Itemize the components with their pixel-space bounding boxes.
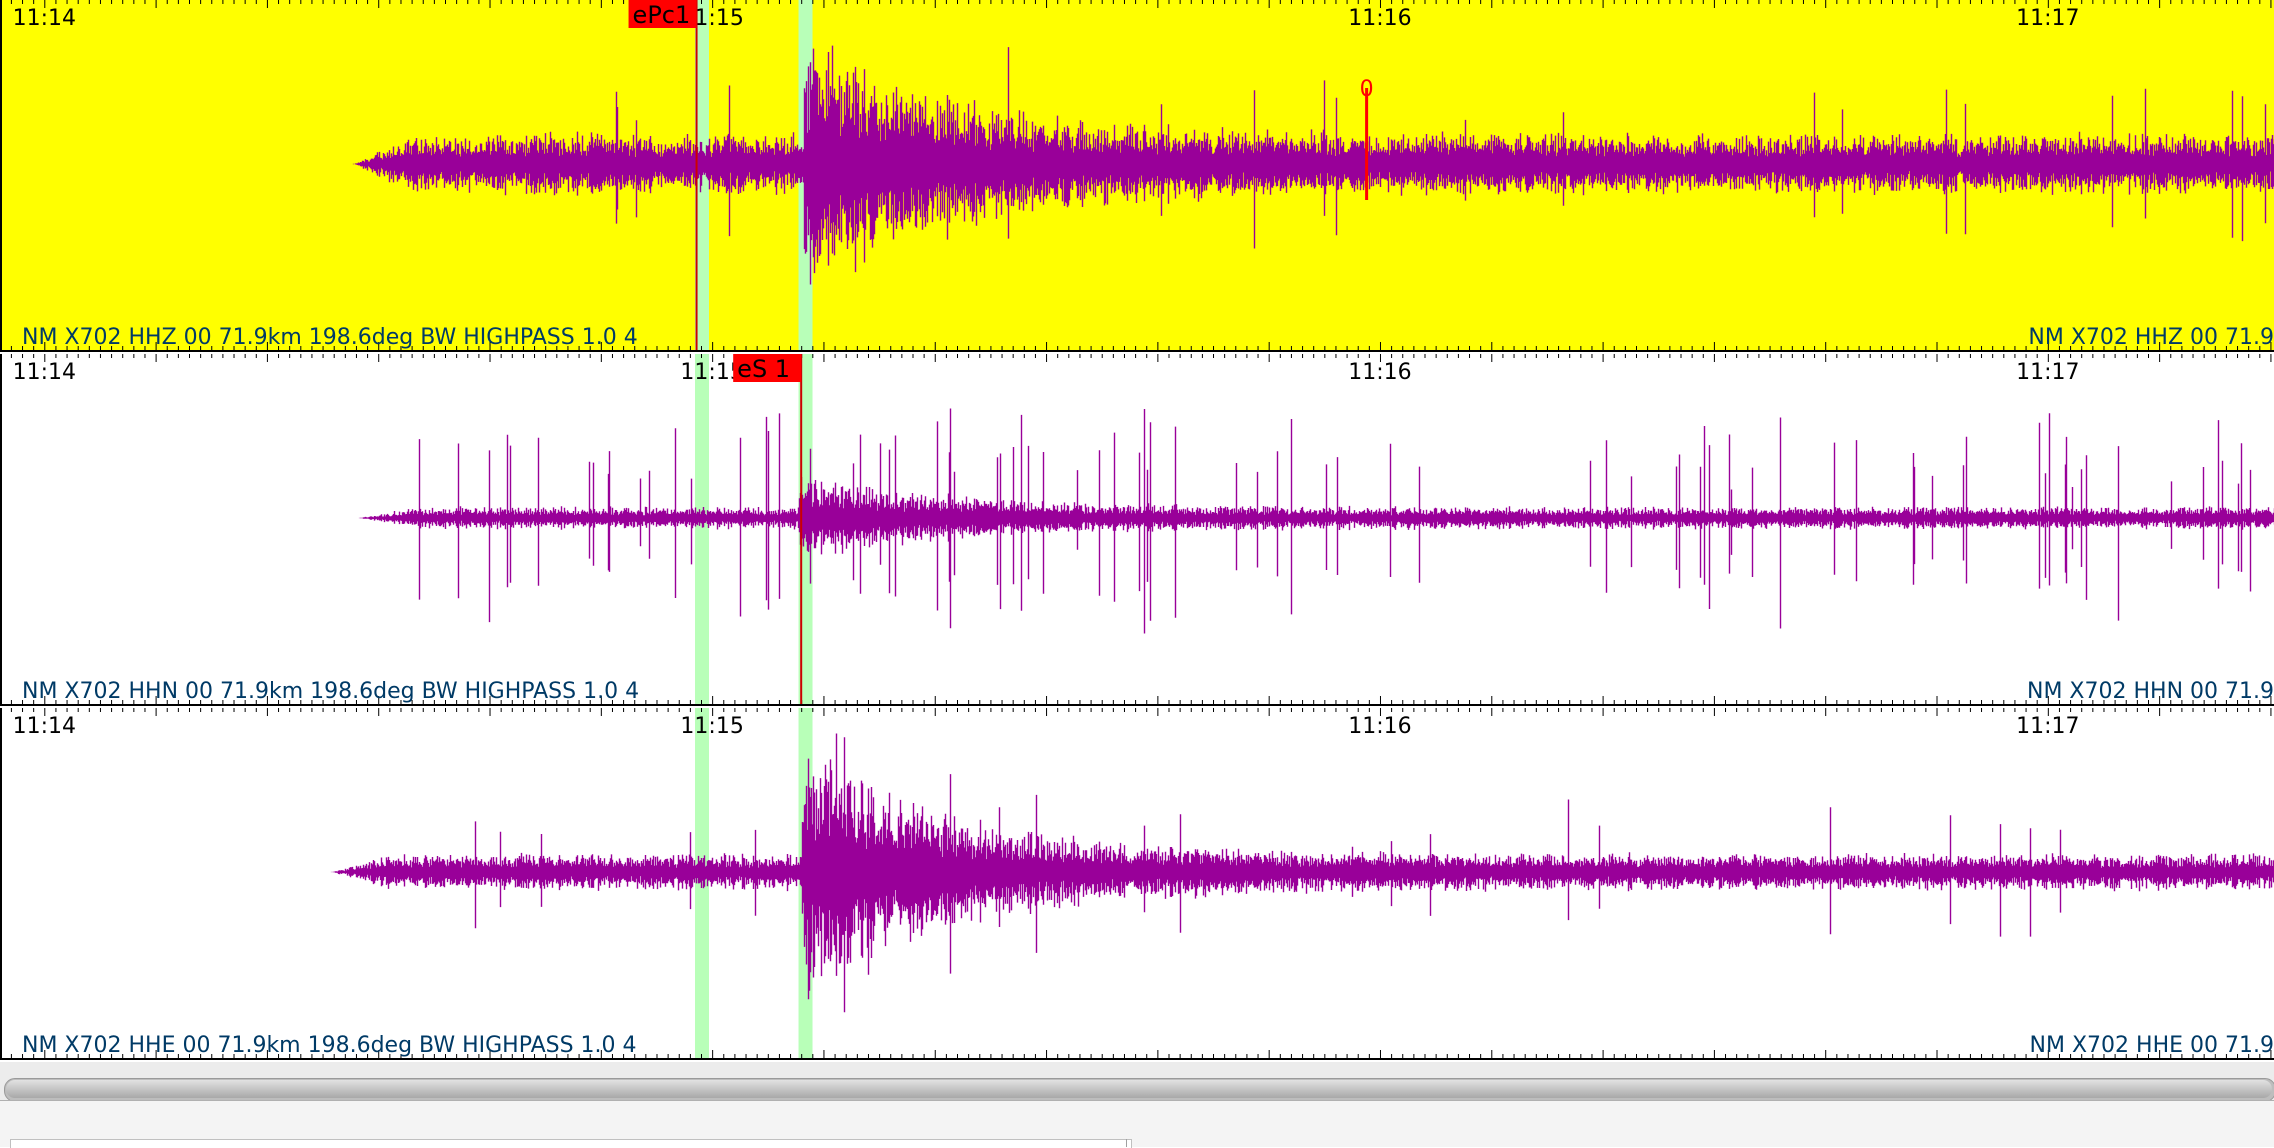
trace-plot-hhz[interactable]: 11:1411:1511:1611:170ePc1NM X702 HHZ 00 … — [2, 0, 2274, 352]
channel-label-right: NM X702 HHZ 00 71.9 — [2028, 325, 2274, 350]
trace-plot-hhn[interactable]: 11:1411:1511:1611:17eS 1NM X702 HHN 00 7… — [2, 354, 2274, 706]
channel-label-right: NM X702 HHN 00 71.9 — [2027, 679, 2274, 704]
time-tick-label: 11:17 — [2016, 360, 2079, 385]
channel-label-left: NM X702 HHE 00 71.9km 198.6deg BW HIGHPA… — [22, 1033, 637, 1058]
trace-panel-hhe[interactable]: 11:14 11:15 11:16 11:17 NM X702 HHE 00 71.9k… — [0, 708, 2274, 1060]
predicted-phase-marker — [695, 354, 709, 706]
trace-panel-hhz[interactable]: 11:1411:1511:1611:170ePc1NM X702 HHZ 00 … — [0, 0, 2274, 352]
seismogram-viewer: 11:14 11:15 11:16 11:17 0 ePc1 NM X702 HHZ 00 … — [0, 0, 2274, 1146]
time-tick-label: 11:15 — [680, 714, 743, 739]
time-tick-label: 11:17 — [2016, 714, 2079, 739]
phase-pick-label[interactable]: eS 1 — [737, 355, 790, 383]
time-tick-label: 11:16 — [1348, 714, 1411, 739]
channel-label-right: NM X702 HHE 00 71.9 — [2030, 1033, 2274, 1058]
amplitude-marker-label[interactable]: 0 — [1360, 77, 1374, 102]
time-tick-label: 11:14 — [13, 714, 76, 739]
channel-label-left: NM X702 HHZ 00 71.9km 198.6deg BW HIGHPA… — [22, 325, 638, 350]
status-field — [10, 1139, 1132, 1148]
time-tick-label: 11:14 — [13, 360, 76, 385]
trace-panel-hhn[interactable]: 11:1411:1511:1611:17eS 1NM X702 HHN 00 7… — [0, 354, 2274, 706]
time-tick-label: 11:17 — [2016, 6, 2079, 31]
horizontal-scrollbar-thumb[interactable] — [6, 1080, 2272, 1098]
trace-plot-hhe[interactable]: 11:14 11:15 11:16 11:17 NM X702 HHE 00 71.9k… — [2, 708, 2274, 1060]
channel-label-left: NM X702 HHN 00 71.9km 198.6deg BW HIGHPA… — [22, 679, 639, 704]
phase-pick-label[interactable]: ePc1 — [633, 1, 691, 29]
time-tick-label: 11:16 — [1348, 360, 1411, 385]
time-tick-label: 11:16 — [1348, 6, 1411, 31]
status-bar — [0, 1100, 2274, 1147]
time-tick-label: 11:14 — [13, 6, 76, 31]
